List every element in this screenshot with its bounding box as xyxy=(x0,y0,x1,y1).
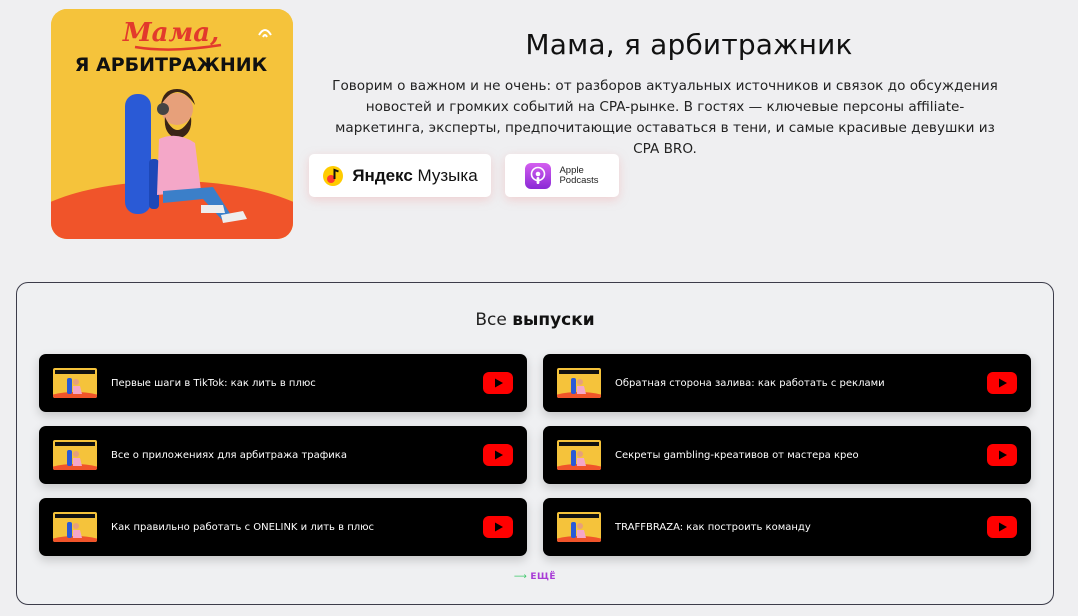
apple-podcasts-button[interactable]: Apple Podcasts xyxy=(505,154,619,197)
cover-line2: Я АРБИТРАЖНИК xyxy=(75,54,268,76)
episode-thumbnail xyxy=(557,512,601,542)
podcast-title: Мама, я арбитражник xyxy=(525,28,853,61)
episode-title: Первые шаги в TikTok: как лить в плюс xyxy=(111,377,316,389)
episode-thumbnail xyxy=(53,440,97,470)
episode-title: Все о приложениях для арбитража трафика xyxy=(111,449,347,461)
episode-thumbnail xyxy=(557,440,601,470)
episode-title: Секреты gambling-креативов от мастера кр… xyxy=(615,449,859,461)
youtube-icon[interactable] xyxy=(987,516,1017,538)
episode-card[interactable]: Все о приложениях для арбитража трафика xyxy=(39,426,527,484)
cover-line1: Мама, xyxy=(122,18,219,48)
yandex-music-icon xyxy=(323,165,344,186)
yandex-music-label: Яндекс Музыка xyxy=(352,165,478,185)
youtube-icon[interactable] xyxy=(987,444,1017,466)
episode-thumbnail xyxy=(557,368,601,398)
youtube-icon[interactable] xyxy=(483,516,513,538)
episodes-heading: Все выпуски xyxy=(475,310,595,330)
podcast-cover: Мама, Я АРБИТРАЖНИК xyxy=(51,9,293,239)
apple-podcasts-icon xyxy=(525,162,552,189)
podcast-cover-art: Мама, Я АРБИТРАЖНИК xyxy=(51,9,293,239)
yandex-music-button[interactable]: Яндекс Музыка xyxy=(309,154,491,197)
episode-card[interactable]: TRAFFBRAZA: как построить команду xyxy=(543,498,1031,556)
episode-title: Как правильно работать с ONELINK и лить … xyxy=(111,521,375,533)
youtube-icon[interactable] xyxy=(483,444,513,466)
episode-card[interactable]: Первые шаги в TikTok: как лить в плюс xyxy=(39,354,527,412)
episode-card[interactable]: Как правильно работать с ONELINK и лить … xyxy=(39,498,527,556)
podcast-description: Говорим о важном и не очень: от разборов… xyxy=(332,78,998,157)
episode-title: Обратная сторона залива: как работать с … xyxy=(615,377,885,389)
more-episodes-link[interactable]: ⟶ ЕЩЁ xyxy=(17,572,1053,582)
episode-card[interactable]: Секреты gambling-креативов от мастера кр… xyxy=(543,426,1031,484)
youtube-icon[interactable] xyxy=(483,372,513,394)
apple-podcasts-label: Apple Podcasts xyxy=(559,164,599,186)
episode-thumbnail xyxy=(53,512,97,542)
youtube-icon[interactable] xyxy=(987,372,1017,394)
episode-title: TRAFFBRAZA: как построить команду xyxy=(615,521,811,533)
episode-thumbnail xyxy=(53,368,97,398)
episode-card[interactable]: Обратная сторона залива: как работать с … xyxy=(543,354,1031,412)
arrow-right-icon: ⟶ xyxy=(513,572,528,582)
episodes-panel: Все выпуски Первые шаги в TikTok: как ли… xyxy=(16,282,1054,605)
